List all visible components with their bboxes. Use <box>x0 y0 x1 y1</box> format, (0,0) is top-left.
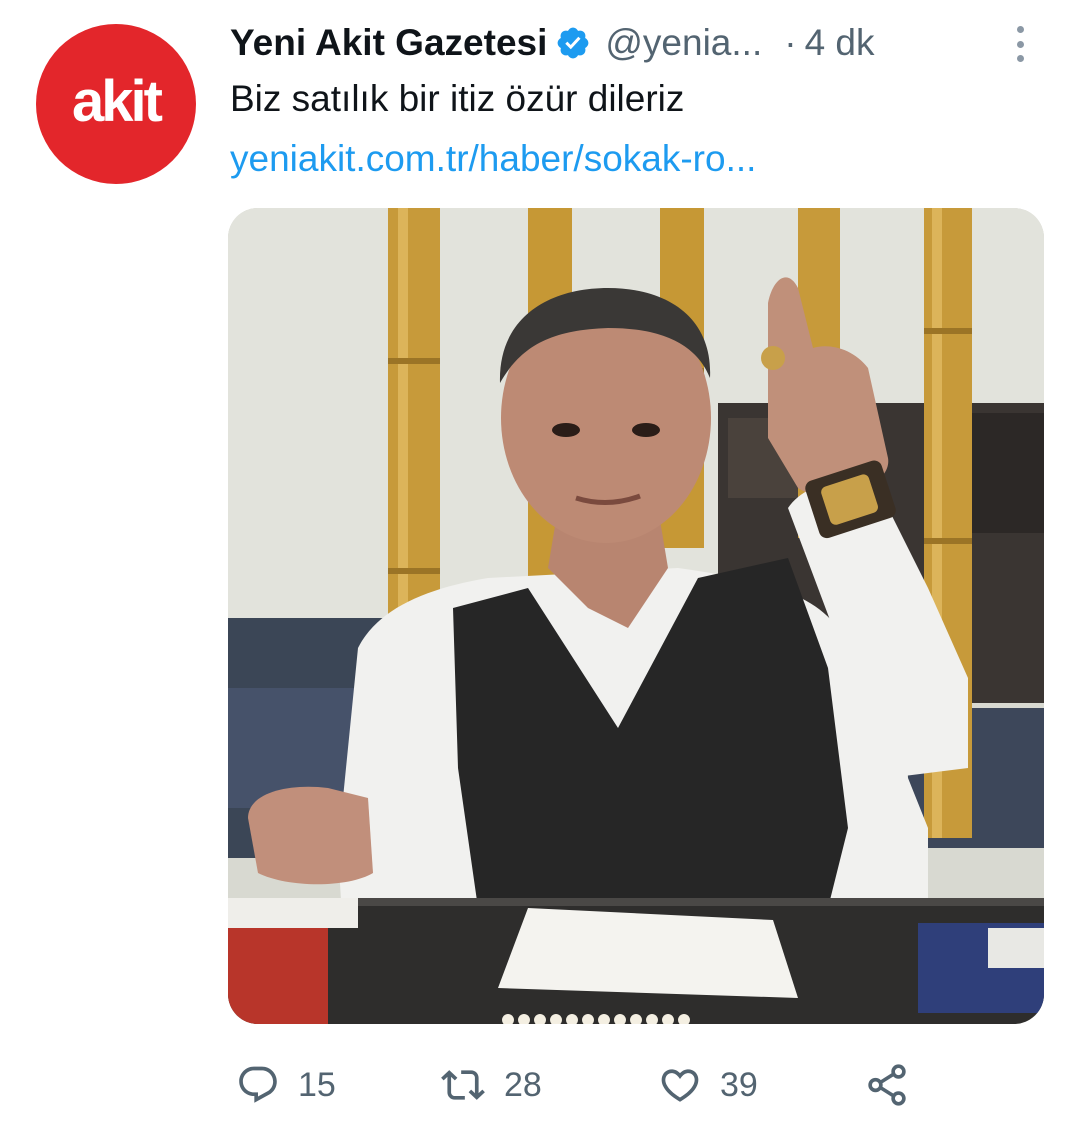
more-dot-2 <box>1016 40 1024 48</box>
reply-count: 15 <box>298 1065 336 1104</box>
avatar[interactable]: akit <box>36 24 196 184</box>
reply-button[interactable]: 15 <box>236 1050 336 1120</box>
display-name[interactable]: Yeni Akit Gazetesi <box>230 22 547 64</box>
retweet-count: 28 <box>504 1065 542 1104</box>
tweet[interactable]: akit Yeni Akit Gazetesi @yenia... · 4 dk… <box>0 0 1080 1146</box>
more-dot-3 <box>1016 55 1024 62</box>
retweet-button[interactable]: 28 <box>440 1050 542 1120</box>
avatar-logo-text: akit <box>72 68 163 134</box>
more-vertical-icon[interactable] <box>1008 22 1032 66</box>
like-count: 39 <box>720 1065 758 1104</box>
tweet-actions: 15 28 39 <box>230 1050 950 1120</box>
like-button[interactable]: 39 <box>658 1050 758 1120</box>
timestamp[interactable]: 4 dk <box>805 22 875 64</box>
share-icon <box>864 1062 910 1108</box>
more-dot-1 <box>1016 26 1024 33</box>
tweet-header: Yeni Akit Gazetesi @yenia... · 4 dk <box>230 18 875 68</box>
retweet-icon <box>440 1063 486 1107</box>
tweet-media-image[interactable] <box>228 208 1044 1024</box>
share-button[interactable] <box>864 1050 910 1120</box>
separator-dot: · <box>784 22 797 63</box>
user-handle[interactable]: @yenia... <box>605 22 762 64</box>
tweet-link[interactable]: yeniakit.com.tr/haber/sokak-ro... <box>230 138 756 180</box>
tweet-text: Biz satılık bir itiz özür dileriz <box>230 78 685 119</box>
heart-icon <box>658 1063 702 1107</box>
reply-icon <box>236 1063 280 1107</box>
verified-badge-icon <box>555 25 591 61</box>
